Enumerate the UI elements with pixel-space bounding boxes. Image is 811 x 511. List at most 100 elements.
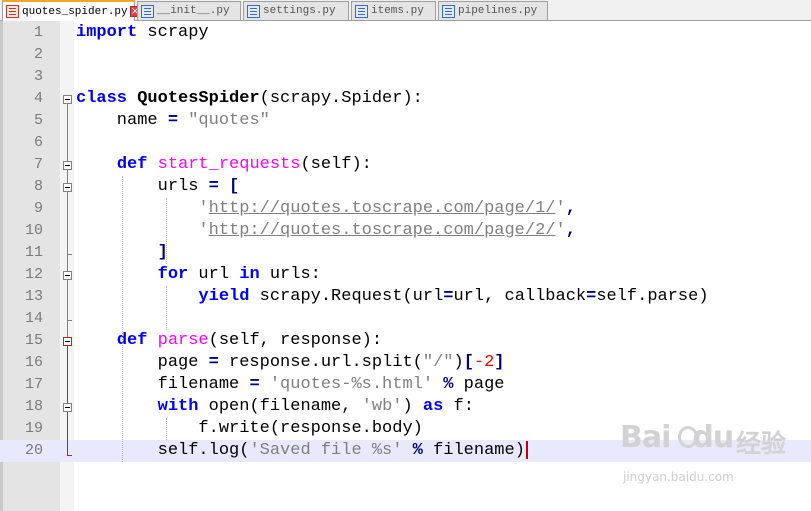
string-quote: ' (198, 199, 209, 218)
string-literal: "quotes" (188, 111, 270, 130)
comma: , (565, 199, 576, 218)
code-text: 'http://quotes.toscrape.com/page/2/', (76, 220, 576, 242)
line-number: 3 (33, 68, 43, 85)
line-number: 11 (24, 244, 43, 261)
tab-pipelines[interactable]: pipelines.py (438, 1, 548, 20)
code-span (76, 199, 198, 218)
fold-toggle-icon[interactable] (63, 337, 72, 346)
fold-end-mark (67, 455, 72, 456)
code-span: (self): (300, 155, 372, 174)
code-span (76, 221, 198, 240)
code-span (76, 265, 158, 284)
keyword: def (116, 155, 148, 174)
keyword: class (76, 89, 128, 108)
fold-toggle-icon[interactable] (63, 403, 72, 412)
code-span (127, 89, 137, 108)
text-caret (525, 440, 528, 459)
code-text: 'http://quotes.toscrape.com/page/1/', (76, 198, 576, 220)
watermark-logo: Bai du (620, 420, 734, 455)
code-text: page = response.url.split("/")[-2] (76, 352, 505, 374)
baidu-watermark: Bai du 经验 jingyan.baidu.com (620, 420, 805, 495)
tab-settings[interactable]: settings.py (243, 1, 349, 20)
code-line: 7 def start_requests(self): (0, 154, 811, 176)
watermark-logo-text: Bai (620, 420, 671, 455)
line-number: 8 (33, 178, 43, 195)
line-number: 1 (33, 24, 43, 41)
code-span: f.write(response.body) (76, 419, 423, 438)
fold-toggle-icon[interactable] (63, 161, 72, 170)
line-number: 18 (24, 398, 43, 415)
code-line: 3 (0, 66, 811, 88)
tab-quotes-spider[interactable]: quotes_spider.py × (2, 0, 141, 21)
bracket: ] (494, 353, 505, 372)
tab-items[interactable]: items.py (351, 1, 436, 20)
code-text: urls = [ (76, 176, 240, 198)
fold-toggle-icon[interactable] (63, 95, 72, 104)
code-span (178, 111, 188, 130)
url-link[interactable]: http://quotes.toscrape.com/page/2/ (209, 221, 556, 240)
code-text: import scrapy (76, 22, 209, 44)
function-name: parse (157, 331, 209, 350)
tab-label: quotes_spider.py (22, 5, 128, 18)
code-text: def start_requests(self): (76, 154, 372, 176)
line-number: 14 (24, 310, 43, 327)
code-span: url (188, 265, 240, 284)
code-span: urls: (259, 265, 321, 284)
operator: = (167, 111, 179, 130)
tab-init[interactable]: __init__.py (137, 1, 241, 20)
python-file-icon (141, 4, 154, 18)
string-literal: "/" (422, 353, 454, 372)
code-span (147, 155, 157, 174)
line-number: 9 (33, 200, 43, 217)
keyword: with (157, 397, 199, 416)
code-span: self.log( (76, 441, 250, 460)
watermark-cn: 经验 (736, 429, 787, 458)
line-number: 17 (24, 376, 43, 393)
code-span: open(filename, (198, 397, 362, 416)
operator: = (249, 375, 260, 394)
code-span (402, 441, 412, 460)
code-text: yield scrapy.Request(url=url, callback=s… (76, 286, 709, 308)
function-name: start_requests (157, 155, 301, 174)
code-text: class QuotesSpider(scrapy.Spider): (76, 88, 423, 110)
code-span: filename (76, 375, 250, 394)
code-span: ) (402, 397, 423, 416)
bracket: [ (463, 353, 474, 372)
line-number: 2 (33, 46, 43, 63)
python-file-icon (247, 4, 260, 18)
operator: % (443, 375, 454, 394)
line-number: 12 (24, 266, 43, 283)
url-link[interactable]: http://quotes.toscrape.com/page/1/ (209, 199, 556, 218)
fold-toggle-icon[interactable] (63, 271, 72, 280)
fold-toggle-icon[interactable] (63, 183, 72, 192)
code-span: urls (76, 177, 209, 196)
indent-guide (166, 286, 167, 330)
tab-label: pipelines.py (458, 5, 538, 17)
line-number: 15 (24, 332, 43, 349)
code-span: url, callback (453, 287, 587, 306)
line-number: 6 (33, 134, 43, 151)
operator: % (412, 441, 423, 460)
watermark-logo-text: du (692, 420, 734, 455)
tab-label: __init__.py (157, 5, 230, 17)
code-text: name = "quotes" (76, 110, 270, 132)
code-span (76, 397, 158, 416)
watermark-url: jingyan.baidu.com (623, 470, 734, 484)
code-span: filename) (422, 441, 525, 460)
code-line: 5 name = "quotes" (0, 110, 811, 132)
python-file-icon (442, 4, 455, 18)
comma: , (565, 221, 576, 240)
code-span (219, 177, 229, 196)
code-span: self.parse) (596, 287, 709, 306)
bracket: [ (229, 177, 240, 196)
fold-end-mark (67, 320, 72, 321)
code-span (433, 375, 443, 394)
line-number: 5 (33, 112, 43, 129)
code-span: response.url.split( (218, 353, 423, 372)
code-text: with open(filename, 'wb') as f: (76, 396, 474, 418)
keyword: as (422, 397, 444, 416)
keyword: in (239, 265, 260, 284)
code-span (76, 287, 198, 306)
number-literal: -2 (473, 353, 495, 372)
line-number: 20 (24, 442, 43, 459)
